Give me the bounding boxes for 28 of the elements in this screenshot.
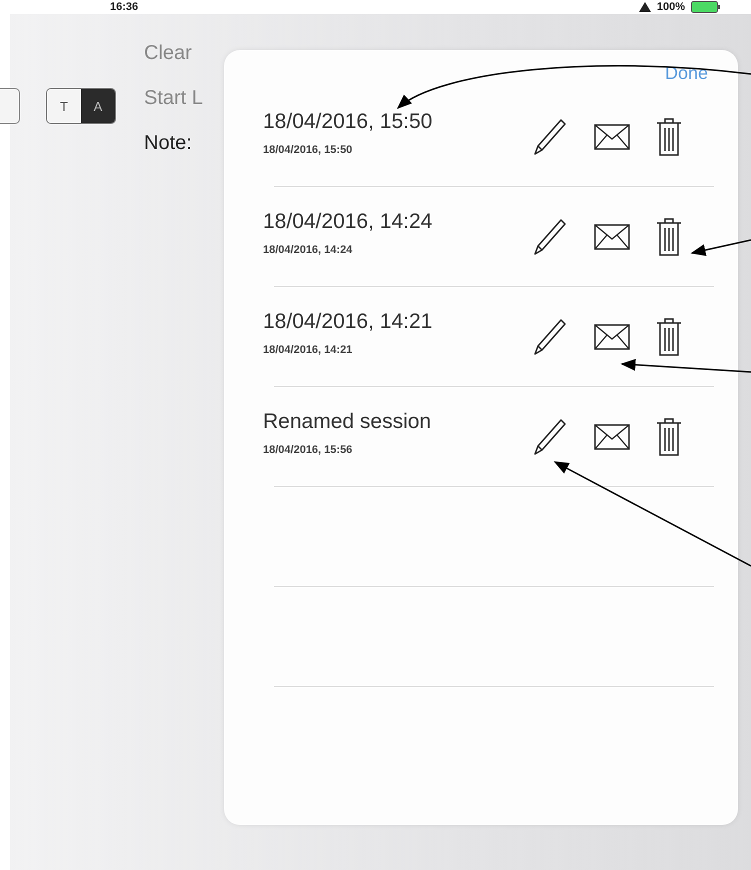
segment-button[interactable]: T bbox=[47, 89, 81, 123]
envelope-icon[interactable] bbox=[594, 124, 630, 150]
pencil-icon[interactable] bbox=[532, 316, 568, 356]
pencil-icon[interactable] bbox=[532, 116, 568, 156]
envelope-icon[interactable] bbox=[594, 324, 630, 350]
trash-icon[interactable] bbox=[656, 116, 682, 156]
session-title[interactable]: 18/04/2016, 15:50 bbox=[263, 110, 432, 134]
session-date: 18/04/2016, 15:50 bbox=[263, 144, 354, 156]
trash-icon[interactable] bbox=[656, 416, 682, 456]
envelope-icon[interactable] bbox=[594, 224, 630, 250]
session-title[interactable]: 18/04/2016, 14:24 bbox=[263, 210, 432, 234]
status-time: 16:36 bbox=[110, 1, 138, 13]
battery-icon bbox=[691, 1, 721, 13]
pencil-icon[interactable] bbox=[532, 216, 568, 256]
session-date: 18/04/2016, 14:21 bbox=[263, 344, 354, 356]
session-title[interactable]: Renamed session bbox=[263, 410, 432, 434]
annotation-arrow bbox=[690, 239, 751, 256]
note-label: Note: bbox=[144, 132, 193, 155]
segment-button[interactable]: A bbox=[81, 89, 115, 123]
trash-icon[interactable] bbox=[656, 216, 682, 256]
signal-icon bbox=[638, 2, 651, 12]
battery-percent: 100% bbox=[656, 1, 685, 13]
session-title[interactable]: 18/04/2016, 14:21 bbox=[263, 310, 432, 334]
session-date: 18/04/2016, 15:56 bbox=[263, 444, 354, 456]
pencil-icon[interactable] bbox=[532, 416, 568, 456]
session-date: 18/04/2016, 14:24 bbox=[263, 244, 354, 256]
envelope-icon[interactable] bbox=[594, 424, 630, 450]
trash-icon[interactable] bbox=[656, 316, 682, 356]
